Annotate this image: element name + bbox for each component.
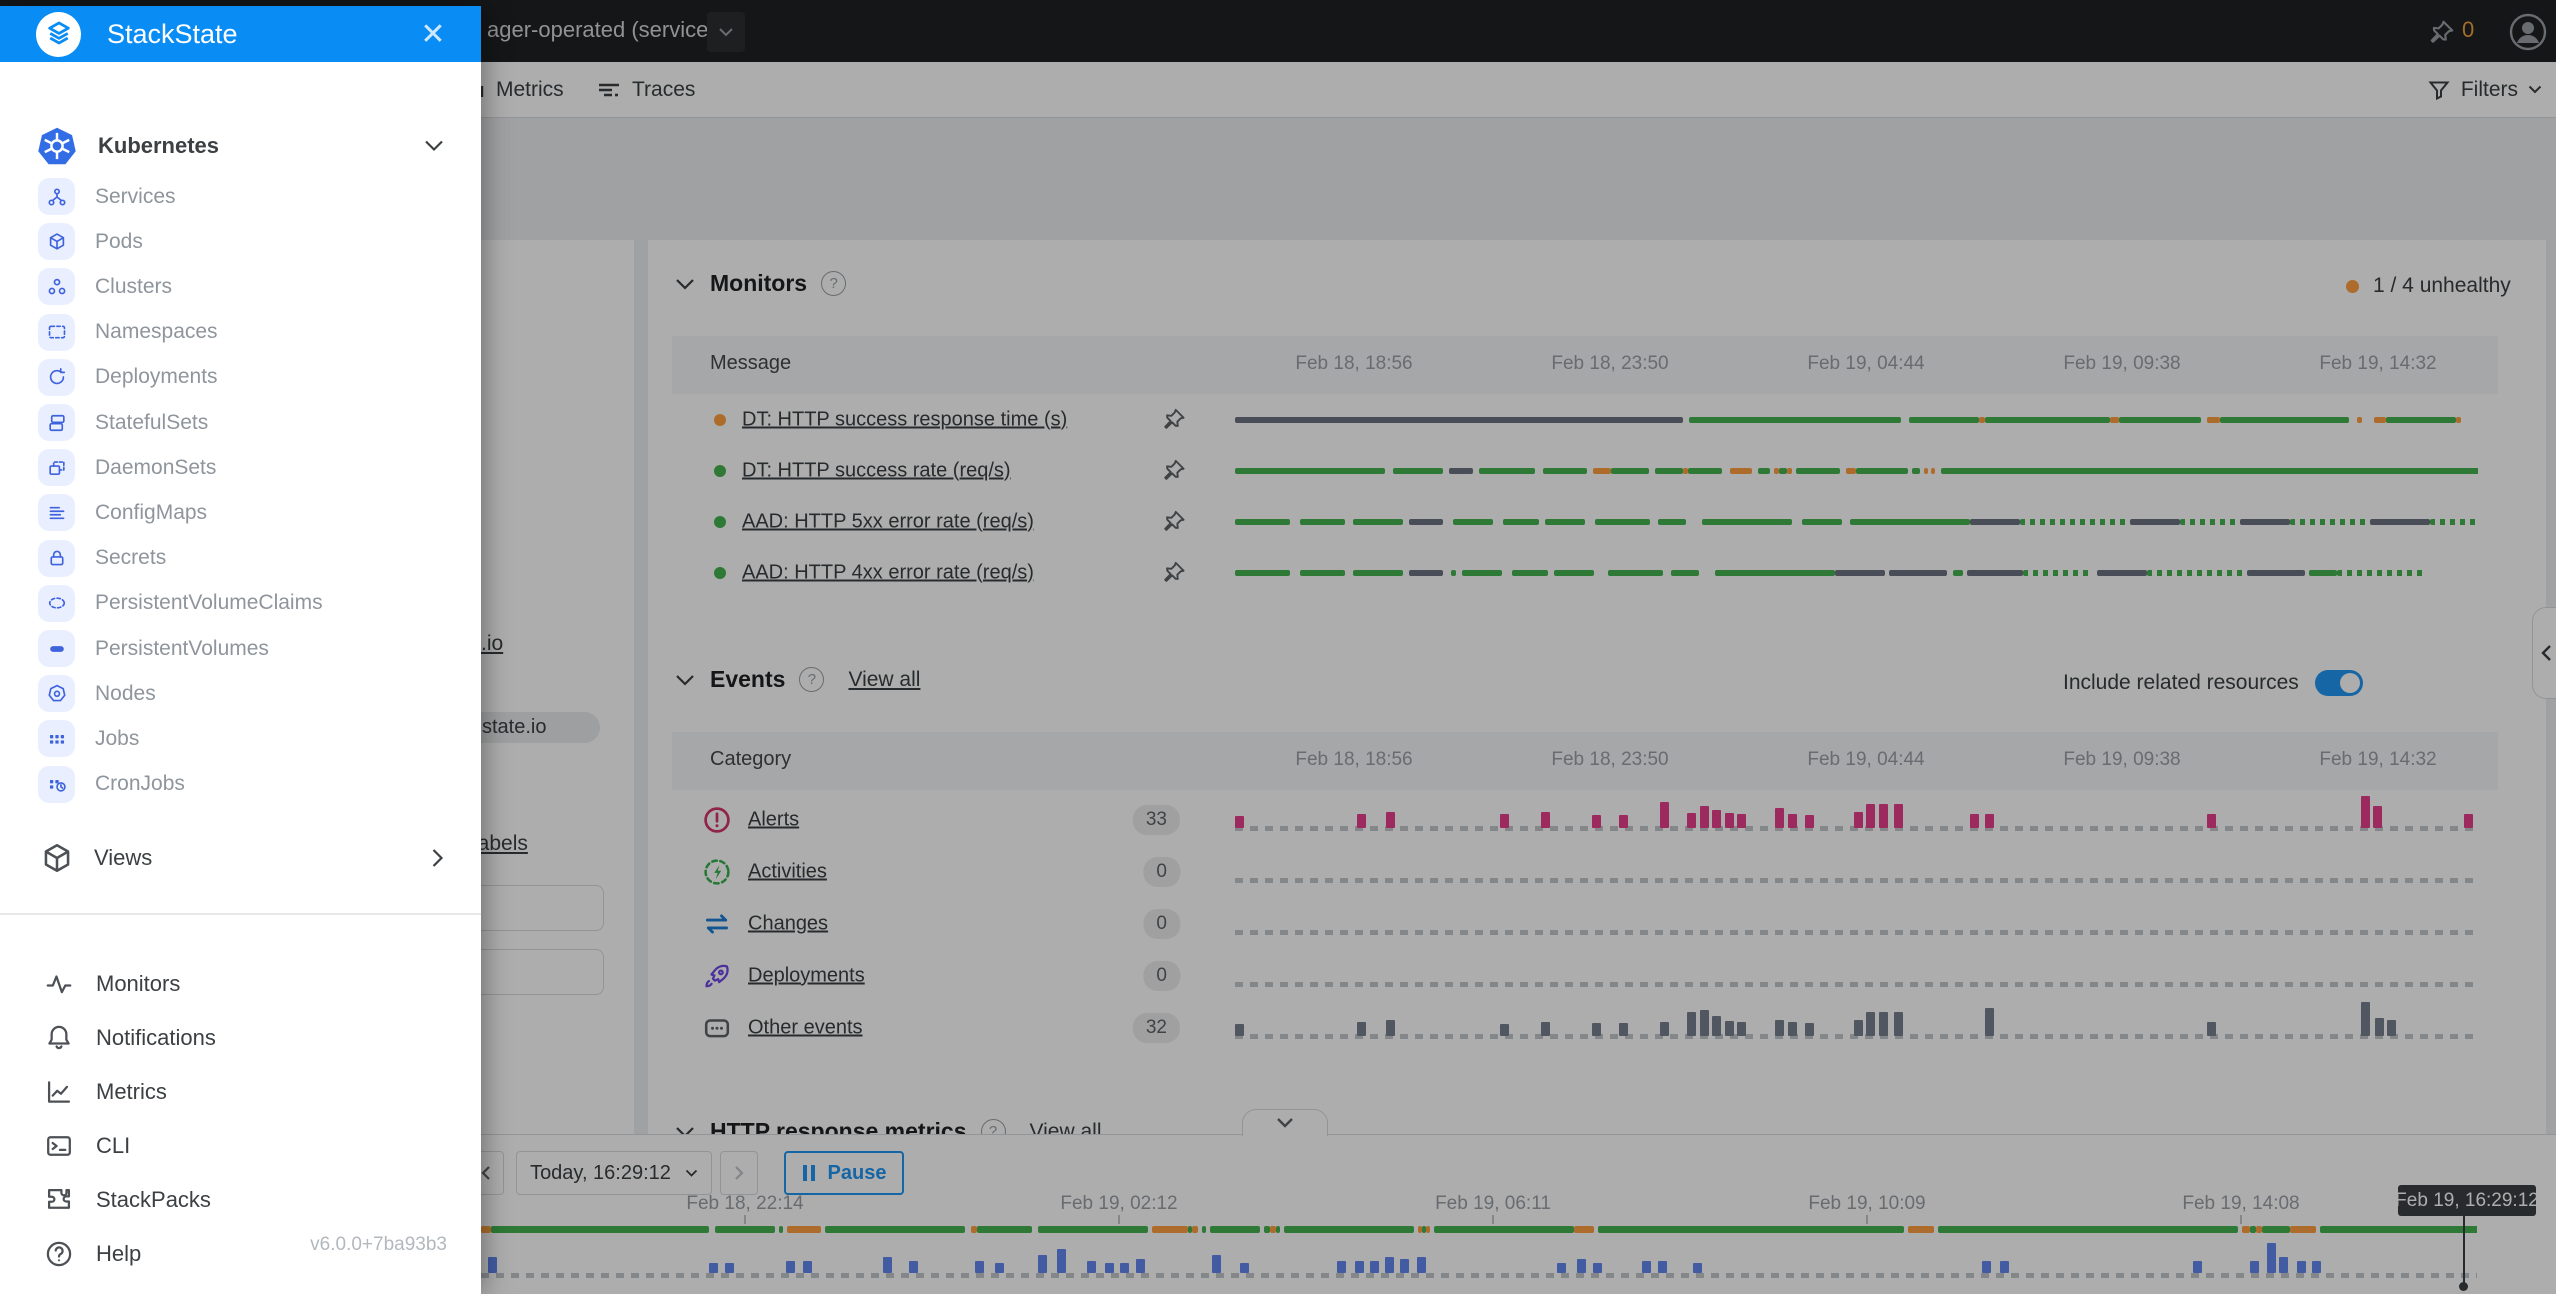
sidebar-item-secrets[interactable]: Secrets bbox=[0, 536, 481, 581]
sidebar-item-monitors[interactable]: Monitors bbox=[0, 957, 481, 1011]
chevron-right-icon bbox=[431, 847, 445, 869]
drawer-title: StackState bbox=[107, 19, 238, 50]
sidebar-item-cronjobs[interactable]: CronJobs bbox=[0, 762, 481, 807]
services-icon bbox=[38, 178, 75, 215]
pvc-icon bbox=[38, 585, 75, 622]
help-icon bbox=[42, 1239, 76, 1269]
drawer-header: StackState ✕ bbox=[0, 6, 481, 62]
sidebar-item-metrics[interactable]: Metrics bbox=[0, 1065, 481, 1119]
chevron-down-icon bbox=[423, 139, 445, 153]
sidebar-item-notifications[interactable]: Notifications bbox=[0, 1011, 481, 1065]
views-label: Views bbox=[94, 845, 152, 871]
sidebar-item-persistentvolumes[interactable]: PersistentVolumes bbox=[0, 626, 481, 671]
daemonsets-icon bbox=[38, 449, 75, 486]
sidebar-item-clusters[interactable]: Clusters bbox=[0, 264, 481, 309]
sidebar-item-services[interactable]: Services bbox=[0, 174, 481, 219]
sidebar-item-namespaces[interactable]: Namespaces bbox=[0, 310, 481, 355]
secrets-icon bbox=[38, 540, 75, 577]
sidebar-item-stackpacks[interactable]: StackPacks bbox=[0, 1173, 481, 1227]
deployments-icon bbox=[38, 359, 75, 396]
version-label: v6.0.0+7ba93b3 bbox=[310, 1234, 447, 1256]
sidebar-item-views[interactable]: Views bbox=[0, 833, 481, 883]
screen: ager-operated (service) 0 Metrics Traces… bbox=[0, 0, 2556, 1294]
clusters-icon bbox=[38, 268, 75, 305]
pods-icon bbox=[38, 223, 75, 260]
kubernetes-icon bbox=[36, 125, 78, 167]
cli-icon bbox=[42, 1131, 76, 1161]
statefulsets-icon bbox=[38, 404, 75, 441]
drawer-divider bbox=[0, 913, 481, 915]
sidebar-item-statefulsets[interactable]: StatefulSets bbox=[0, 400, 481, 445]
configmaps-icon bbox=[38, 494, 75, 531]
sidebar-item-nodes[interactable]: Nodes bbox=[0, 671, 481, 716]
sidebar-item-jobs[interactable]: Jobs bbox=[0, 716, 481, 761]
pv-icon bbox=[38, 630, 75, 667]
sidebar-item-daemonsets[interactable]: DaemonSets bbox=[0, 445, 481, 490]
sidebar-item-configmaps[interactable]: ConfigMaps bbox=[0, 490, 481, 535]
drawer-close-button[interactable]: ✕ bbox=[415, 16, 451, 52]
metrics-icon bbox=[42, 1077, 76, 1107]
notifications-icon bbox=[42, 1023, 76, 1053]
kubernetes-label: Kubernetes bbox=[98, 133, 219, 159]
sidebar-item-persistentvolumeclaims[interactable]: PersistentVolumeClaims bbox=[0, 581, 481, 626]
cronjobs-icon bbox=[38, 766, 75, 803]
jobs-icon bbox=[38, 720, 75, 757]
stackstate-logo bbox=[36, 12, 81, 57]
views-icon bbox=[40, 841, 74, 875]
navigation-drawer: StackState ✕ Kubernetes ServicesPodsClus… bbox=[0, 6, 481, 1294]
namespaces-icon bbox=[38, 314, 75, 351]
nodes-icon bbox=[38, 675, 75, 712]
sidebar-item-pods[interactable]: Pods bbox=[0, 219, 481, 264]
sidebar-item-deployments[interactable]: Deployments bbox=[0, 355, 481, 400]
stackpacks-icon bbox=[42, 1185, 76, 1215]
sidebar-item-kubernetes[interactable]: Kubernetes bbox=[0, 118, 481, 174]
monitors-icon bbox=[42, 969, 76, 999]
sidebar-item-cli[interactable]: CLI bbox=[0, 1119, 481, 1173]
